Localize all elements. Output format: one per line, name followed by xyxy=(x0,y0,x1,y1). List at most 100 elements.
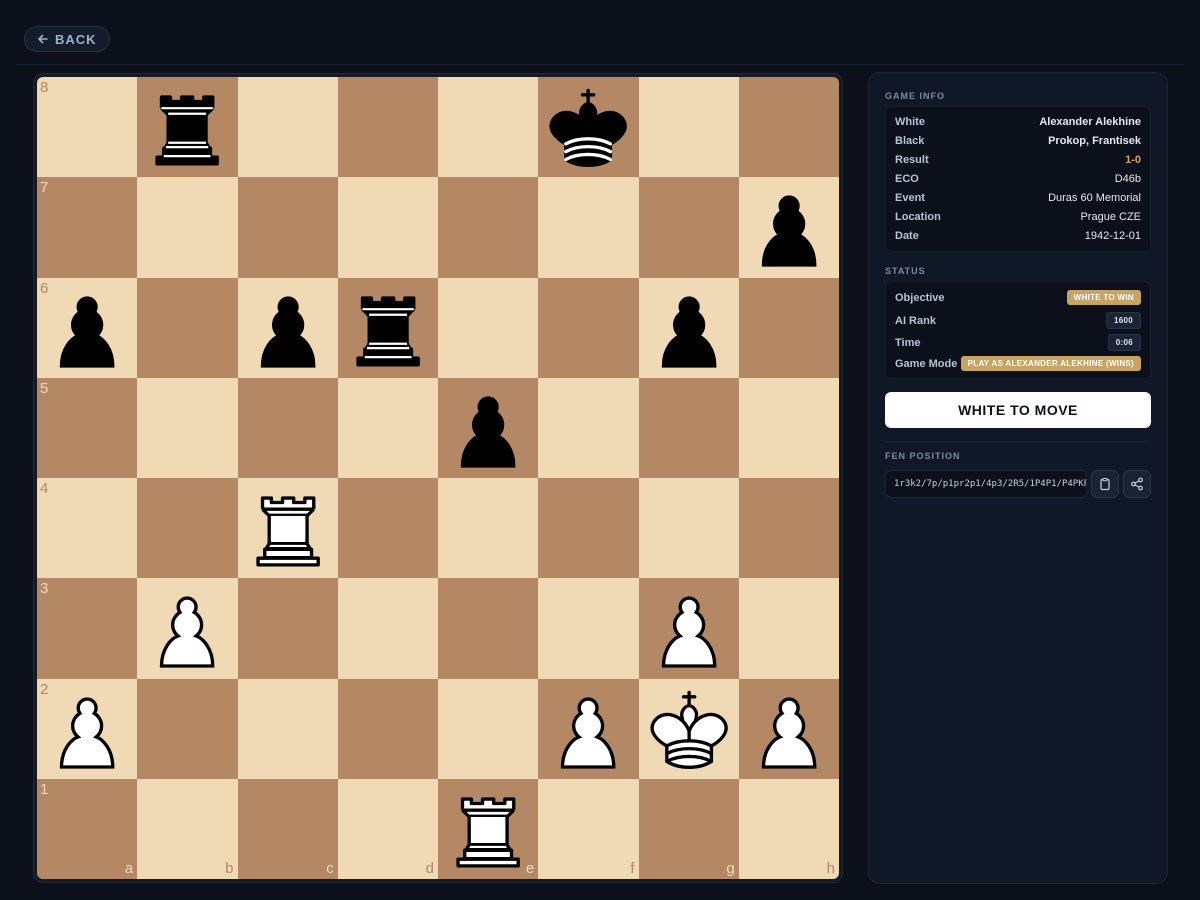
black-rook-icon[interactable] xyxy=(338,278,438,378)
back-label: BACK xyxy=(55,31,97,47)
square-c8[interactable] xyxy=(237,77,338,178)
square-e3[interactable] xyxy=(438,578,539,679)
copy-fen-button[interactable] xyxy=(1091,470,1119,498)
square-c3[interactable] xyxy=(237,578,338,679)
square-e2[interactable] xyxy=(438,678,539,779)
square-e4[interactable] xyxy=(438,478,539,579)
white-pawn-icon[interactable] xyxy=(137,578,237,678)
square-c7[interactable] xyxy=(237,177,338,278)
info-label: Location xyxy=(895,211,941,223)
square-d1[interactable]: d xyxy=(337,778,438,879)
white-rook-icon[interactable] xyxy=(238,478,338,578)
square-e7[interactable] xyxy=(438,177,539,278)
black-pawn-icon[interactable] xyxy=(238,278,338,378)
square-f5[interactable] xyxy=(538,377,639,478)
info-row-result: Result 1-0 xyxy=(895,154,1141,166)
square-g7[interactable] xyxy=(638,177,739,278)
square-a1[interactable]: 1a xyxy=(37,778,138,879)
square-g1[interactable]: g xyxy=(638,778,739,879)
square-h7[interactable] xyxy=(738,177,839,278)
square-d2[interactable] xyxy=(337,678,438,779)
square-g6[interactable] xyxy=(638,277,739,378)
black-pawn-icon[interactable] xyxy=(739,177,839,277)
square-a5[interactable]: 5 xyxy=(37,377,138,478)
white-pawn-icon[interactable] xyxy=(639,578,739,678)
square-g4[interactable] xyxy=(638,478,739,579)
square-e1[interactable]: e xyxy=(438,778,539,879)
info-value: 1942-12-01 xyxy=(1084,230,1141,242)
chess-board[interactable]: 8 7 6 5 4 3 2 1 a b c d e f g h xyxy=(37,77,839,879)
square-h1[interactable]: h xyxy=(738,778,839,879)
square-b8[interactable] xyxy=(137,77,238,178)
black-pawn-icon[interactable] xyxy=(37,278,137,378)
square-f4[interactable] xyxy=(538,478,639,579)
black-pawn-icon[interactable] xyxy=(438,378,538,478)
back-button[interactable]: BACK xyxy=(24,26,110,52)
square-b4[interactable] xyxy=(137,478,238,579)
square-f2[interactable] xyxy=(538,678,639,779)
square-e5[interactable] xyxy=(438,377,539,478)
square-h6[interactable] xyxy=(738,277,839,378)
square-c5[interactable] xyxy=(237,377,338,478)
square-c4[interactable] xyxy=(237,478,338,579)
game-info-title: GAME INFO xyxy=(885,91,945,101)
square-a3[interactable]: 3 xyxy=(37,578,138,679)
square-h4[interactable] xyxy=(738,478,839,579)
square-e8[interactable] xyxy=(438,77,539,178)
status-label: AI Rank xyxy=(895,314,936,327)
info-row-location: Location Prague CZE xyxy=(895,211,1141,223)
square-g2[interactable] xyxy=(638,678,739,779)
white-king-icon[interactable] xyxy=(639,679,739,779)
square-g5[interactable] xyxy=(638,377,739,478)
square-c1[interactable]: c xyxy=(237,778,338,879)
square-a6[interactable]: 6 xyxy=(37,277,138,378)
file-label: c xyxy=(326,860,334,877)
rank-label: 7 xyxy=(40,179,49,197)
square-b7[interactable] xyxy=(137,177,238,278)
white-pawn-icon[interactable] xyxy=(538,679,638,779)
square-a4[interactable]: 4 xyxy=(37,478,138,579)
square-d5[interactable] xyxy=(337,377,438,478)
turn-indicator-button[interactable]: WHITE TO MOVE xyxy=(885,392,1151,428)
black-rook-icon[interactable] xyxy=(137,77,237,177)
square-g3[interactable] xyxy=(638,578,739,679)
square-d6[interactable] xyxy=(337,277,438,378)
square-f1[interactable]: f xyxy=(538,778,639,879)
square-f7[interactable] xyxy=(538,177,639,278)
square-a2[interactable]: 2 xyxy=(37,678,138,779)
fen-field[interactable]: 1r3k2/7p/p1pr2p1/4p3/2R5/1P4P1/P4PKP/4R3… xyxy=(885,470,1087,498)
square-c2[interactable] xyxy=(237,678,338,779)
clipboard-icon xyxy=(1100,478,1110,491)
square-e6[interactable] xyxy=(438,277,539,378)
square-d3[interactable] xyxy=(337,578,438,679)
square-a8[interactable]: 8 xyxy=(37,77,138,178)
square-b2[interactable] xyxy=(137,678,238,779)
square-h3[interactable] xyxy=(738,578,839,679)
white-rook-icon[interactable] xyxy=(438,779,538,879)
share-fen-button[interactable] xyxy=(1123,470,1151,498)
white-pawn-icon[interactable] xyxy=(739,679,839,779)
square-d4[interactable] xyxy=(337,478,438,579)
square-f6[interactable] xyxy=(538,277,639,378)
square-h8[interactable] xyxy=(738,77,839,178)
square-b6[interactable] xyxy=(137,277,238,378)
square-c6[interactable] xyxy=(237,277,338,378)
square-f8[interactable] xyxy=(538,77,639,178)
black-pawn-icon[interactable] xyxy=(639,278,739,378)
square-b5[interactable] xyxy=(137,377,238,478)
black-king-icon[interactable] xyxy=(538,77,638,177)
status-label: Time xyxy=(895,336,921,349)
square-d7[interactable] xyxy=(337,177,438,278)
square-b1[interactable]: b xyxy=(137,778,238,879)
rank-label: 4 xyxy=(40,480,49,497)
status-card: Objective WHITE TO WIN AI Rank 1600 Time… xyxy=(885,281,1151,379)
white-pawn-icon[interactable] xyxy=(37,679,137,779)
square-h5[interactable] xyxy=(738,377,839,478)
square-a7[interactable]: 7 xyxy=(37,177,138,278)
square-g8[interactable] xyxy=(638,77,739,178)
square-d8[interactable] xyxy=(337,77,438,178)
square-b3[interactable] xyxy=(137,578,238,679)
square-f3[interactable] xyxy=(538,578,639,679)
info-value: D46b xyxy=(1114,173,1141,185)
square-h2[interactable] xyxy=(738,678,839,779)
